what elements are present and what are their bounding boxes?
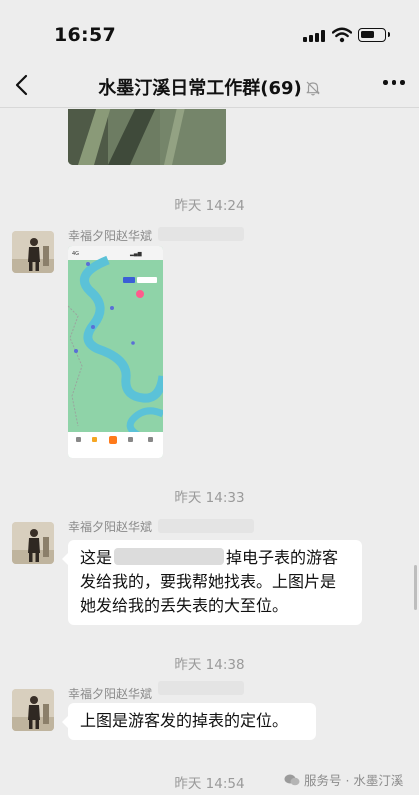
status-bar: 16:57 [0, 0, 419, 62]
map-image-message[interactable]: 4G ▂▄▆ [68, 246, 163, 458]
redacted-phone [114, 548, 225, 565]
image-message[interactable] [68, 109, 226, 165]
sender-name: 幸福夕阳赵华斌 [68, 229, 153, 243]
timestamp: 昨天 14:24 [174, 198, 245, 214]
message-text: 上图是游客发的掉表的定位。 [80, 711, 289, 730]
sender-name: 幸福夕阳赵华斌 [68, 687, 153, 701]
battery-icon [358, 28, 390, 42]
chevron-left-icon[interactable] [10, 72, 36, 98]
redacted-text [158, 227, 244, 241]
chat-header: 水墨汀溪日常工作群(69) [0, 62, 419, 108]
cellular-signal-icon [303, 30, 325, 42]
message-bubble[interactable]: 上图是游客发的掉表的定位。 [62, 703, 316, 740]
message-bubble[interactable]: 这是 掉电子表的游客发给我的，要我帮她找表。上图片是她发给我的丢失表的大至位。 [62, 540, 362, 625]
avatar[interactable] [12, 689, 54, 731]
svg-text:4G: 4G [72, 251, 79, 257]
watermark: 服务号 · 水墨汀溪 [284, 770, 403, 789]
chat-title: 水墨汀溪日常工作群(69) [60, 74, 359, 100]
watermark-text: 服务号 · 水墨汀溪 [304, 773, 404, 788]
bell-off-icon [306, 81, 320, 96]
battery-level [361, 31, 374, 38]
svg-text:▂▄▆: ▂▄▆ [129, 251, 142, 257]
timestamp: 昨天 14:33 [174, 490, 245, 506]
message-text-start: 这是 [80, 548, 113, 567]
group-name: 水墨汀溪日常工作群(69) [98, 78, 302, 99]
sender-name: 幸福夕阳赵华斌 [68, 520, 153, 534]
wechat-icon [284, 774, 300, 786]
more-dots-icon[interactable] [383, 80, 405, 88]
redacted-text [158, 519, 254, 533]
scrollbar[interactable] [414, 565, 417, 610]
avatar[interactable] [12, 522, 54, 564]
redacted-text [158, 681, 244, 695]
avatar[interactable] [12, 231, 54, 273]
wifi-icon [332, 27, 352, 43]
status-time: 16:57 [54, 24, 116, 46]
timestamp: 昨天 14:38 [174, 657, 245, 673]
message-list[interactable]: 昨天 14:24 幸福夕阳赵华斌 4G ▂▄▆ 昨天 14:33 幸福夕阳赵华斌… [0, 109, 419, 795]
